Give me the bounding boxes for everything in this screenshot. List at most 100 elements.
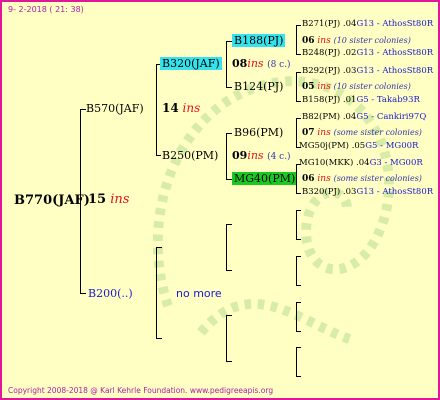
gen3-a-stat: 06 ins (10 sister colonies) [302, 36, 411, 46]
connector [156, 247, 157, 339]
gen2-a-node: B320(JAF) [160, 57, 222, 70]
gen3-b-num: 05 [302, 82, 315, 92]
gen2-a-ins: ins [247, 57, 264, 70]
gen2-b-stat: 09ins (4 c.) [232, 149, 291, 162]
gen1-top-stat: 14 ins [162, 101, 200, 115]
gen3-c-num: 07 [302, 128, 315, 138]
leaf-a1: B271(PJ) .04G13 - AthosSt80R [302, 19, 433, 29]
gen3-a-node: B188(PJ) [232, 34, 286, 47]
root-num: 15 [88, 192, 107, 207]
leaf-b2: B158(PJ) .01G5 - Takab93R [302, 95, 420, 105]
connector [296, 302, 301, 303]
connector [296, 118, 297, 148]
gen3-c-sub: (some sister colonies) [333, 128, 422, 137]
gen3-d-node: MG40(PM) [232, 172, 298, 185]
gen3-b-sub: (10 sister colonies) [333, 82, 411, 91]
leaf-b2-line: G5 - Takab93R [356, 95, 420, 105]
root-ins: ins [110, 192, 130, 207]
connector [296, 72, 297, 102]
connector [226, 87, 232, 88]
no-more-label: no more [176, 287, 222, 300]
connector [226, 315, 227, 362]
gen3-a-sub: (10 sister colonies) [333, 36, 411, 45]
gen3-c-ins: ins [317, 128, 331, 138]
gen3-d-stat: 06 ins (some sister colonies) [302, 174, 422, 184]
connector [226, 224, 227, 271]
connector [226, 315, 232, 316]
connector [296, 347, 301, 348]
pedigree-frame: 9- 2-2018 ( 21: 38) B770(JAF) 15 ins B57… [0, 0, 440, 400]
connector [156, 338, 162, 339]
connector [296, 164, 297, 194]
connector [296, 331, 301, 332]
gen2-a-num: 08 [232, 57, 248, 70]
gen2-b-node: B250(PM) [162, 149, 219, 162]
connector [226, 133, 232, 134]
connector [226, 133, 227, 180]
leaf-d1: MG10(MKK) .04G3 - MG00R [299, 158, 423, 168]
connector [296, 285, 301, 286]
connector [296, 101, 301, 102]
leaf-d1-pedigree: MG10(MKK) .04 [299, 158, 370, 168]
gen3-d-sub: (some sister colonies) [333, 174, 422, 183]
connector [296, 256, 297, 286]
connector [226, 224, 232, 225]
leaf-b1: B292(PJ) .03G13 - AthosSt80R [302, 66, 433, 76]
gen3-c-stat: 07 ins (some sister colonies) [302, 128, 422, 138]
gen2-b-ins: ins [247, 149, 264, 162]
gen3-a-ins: ins [317, 36, 331, 46]
connector [80, 293, 86, 294]
connector [296, 210, 297, 240]
gen3-b-node: B124(PJ) [234, 80, 284, 93]
gen2-a-stat: 08ins (8 c.) [232, 57, 291, 70]
connector [296, 25, 301, 26]
gen3-d-num: 06 [302, 174, 315, 184]
connector [226, 361, 232, 362]
connector [296, 210, 301, 211]
leaf-a2: B248(PJ) .02G13 - AthosSt80R [302, 48, 433, 58]
connector [156, 155, 161, 156]
connector [296, 54, 301, 55]
leaf-d2-pedigree: B320(PJ) .03 [302, 187, 357, 197]
gen1-top-node: B570(JAF) [86, 102, 144, 115]
connector [296, 72, 301, 73]
leaf-d1-line: G3 - MG00R [369, 158, 423, 168]
leaf-a2-pedigree: B248(PJ) .02 [302, 48, 357, 58]
connector [296, 193, 301, 194]
gen3-b-stat: 05 ins (10 sister colonies) [302, 82, 411, 92]
leaf-d2-line: G13 - AthosSt80R [356, 187, 434, 197]
gen2-b-sub: (4 c.) [267, 152, 291, 162]
leaf-b1-line: G13 - AthosSt80R [356, 66, 434, 76]
leaf-b1-pedigree: B292(PJ) .03 [302, 66, 357, 76]
leaf-a2-line: G13 - AthosSt80R [356, 48, 434, 58]
connector [226, 270, 232, 271]
leaf-a1-line: G13 - AthosSt80R [356, 19, 434, 29]
leaf-b2-pedigree: B158(PJ) .01 [302, 95, 357, 105]
root-stat: 15 ins [88, 192, 129, 207]
gen1-top-ins: ins [182, 101, 201, 115]
connector [296, 256, 301, 257]
copyright: Copyright 2008-2018 @ Karl Kehrle Founda… [8, 386, 274, 395]
connector [156, 64, 157, 156]
connector [296, 376, 301, 377]
connector [156, 247, 162, 248]
date-stamp: 9- 2-2018 ( 21: 38) [8, 5, 84, 14]
gen2-a-sub: (8 c.) [267, 60, 291, 70]
connector [226, 41, 227, 88]
gen3-a-num: 06 [302, 36, 315, 46]
root-node: B770(JAF) [14, 193, 90, 208]
leaf-c2: MG50j(PM) .05G5 - MG00R [299, 141, 418, 151]
leaf-c2-line: G5 - MG00R [365, 141, 419, 151]
connector [80, 109, 81, 294]
connector [296, 118, 301, 119]
leaf-c1: B82(PM) .04G5 - Cankiri97Q [302, 112, 426, 122]
connector [296, 25, 297, 55]
gen1-bottom-node: B200(..) [88, 287, 133, 300]
gen3-b-ins: ins [317, 82, 331, 92]
leaf-c1-pedigree: B82(PM) .04 [302, 112, 357, 122]
connector [296, 302, 297, 332]
gen1-top-num: 14 [162, 101, 179, 115]
leaf-d2: B320(PJ) .03G13 - AthosSt80R [302, 187, 433, 197]
gen3-d-ins: ins [317, 174, 331, 184]
leaf-c1-line: G5 - Cankiri97Q [356, 112, 427, 122]
